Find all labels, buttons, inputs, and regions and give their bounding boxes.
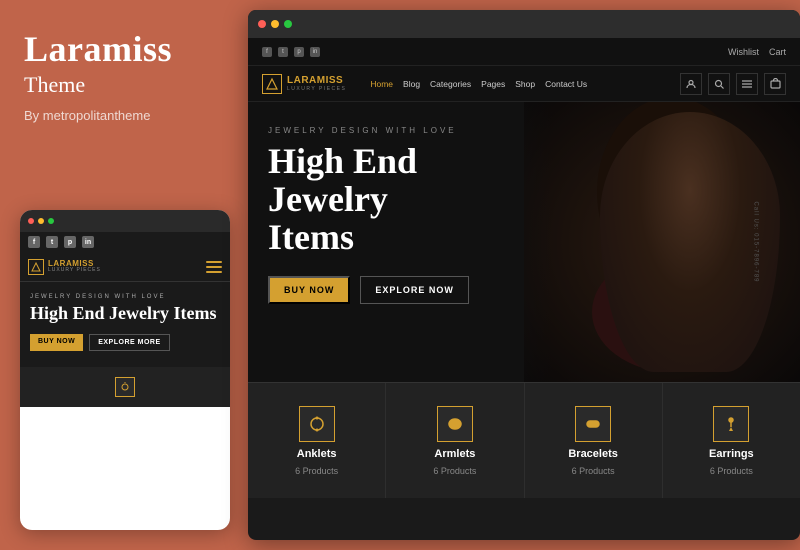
armlets-count: 6 Products [433, 466, 476, 476]
hero-eyebrow: JEWELRY DESIGN WITH LOVE [268, 126, 532, 135]
account-icon[interactable] [680, 73, 702, 95]
armlets-name: Armlets [434, 448, 475, 460]
hero-buttons: BUY NOW EXPLORE NOW [268, 276, 532, 304]
bracelets-count: 6 Products [572, 466, 615, 476]
desktop-browser-bar [248, 10, 800, 38]
bracelets-icon-box [575, 406, 611, 442]
left-panel: Laramiss Theme By metropolitantheme f t … [0, 0, 248, 550]
desktop-nav-links: Home Blog Categories Pages Shop Contact … [370, 79, 666, 89]
mobile-category-strip [20, 367, 230, 407]
nav-link-blog[interactable]: Blog [403, 79, 420, 89]
nav-link-home[interactable]: Home [370, 79, 393, 89]
desktop-twitter-icon[interactable]: t [278, 47, 288, 57]
twitter-icon: t [46, 236, 58, 248]
armlets-icon-box [437, 406, 473, 442]
brand-subtitle: Theme [24, 72, 224, 98]
hero-explore-button[interactable]: EXPLORE NOW [360, 276, 469, 304]
cart-icon[interactable] [764, 73, 786, 95]
mobile-mockup: f t p in LARAMISS LUXURY PIECES [20, 210, 230, 530]
mobile-top-bar [20, 210, 230, 232]
browser-dot-yellow [271, 20, 279, 28]
mobile-cat-icon-1 [115, 377, 135, 397]
anklets-icon-box [299, 406, 335, 442]
cart-link[interactable]: Cart [769, 47, 786, 57]
mobile-nav: LARAMISS LUXURY PIECES [20, 252, 230, 282]
mobile-hero-title: High End Jewelry Items [30, 304, 220, 324]
mobile-buy-now-button[interactable]: BUY NOW [30, 334, 83, 351]
nav-link-categories[interactable]: Categories [430, 79, 471, 89]
hero-image [524, 102, 800, 382]
brand-title: Laramiss [24, 30, 224, 70]
mobile-logo-icon [28, 259, 44, 275]
mobile-logo-text: LARAMISS LUXURY PIECES [48, 260, 101, 273]
category-armlets[interactable]: Armlets 6 Products [386, 383, 524, 498]
desktop-logo-text: LARAMISS LUXURY PIECES [287, 75, 346, 92]
anklets-name: Anklets [297, 448, 337, 460]
mobile-hamburger-icon[interactable] [206, 261, 222, 273]
hero-vertical-text: Call Us: 015-7896-789 [752, 201, 758, 282]
category-anklets[interactable]: Anklets 6 Products [248, 383, 386, 498]
categories-section: Anklets 6 Products Armlets 6 Products [248, 382, 800, 498]
earrings-icon-box [713, 406, 749, 442]
dot-red [28, 218, 34, 224]
desktop-nav-icons [680, 73, 786, 95]
desktop-hero: Facebook JEWELRY DESIGN WITH LOVE High E… [248, 102, 800, 382]
linkedin-icon: in [82, 236, 94, 248]
mobile-hero-eyebrow: JEWELRY DESIGN WITH LOVE [30, 294, 220, 300]
mobile-hero: JEWELRY DESIGN WITH LOVE High End Jewelr… [20, 282, 230, 367]
desktop-main-nav: LARAMISS LUXURY PIECES Home Blog Categor… [248, 66, 800, 102]
nav-link-shop[interactable]: Shop [515, 79, 535, 89]
desktop-pinterest-icon[interactable]: p [294, 47, 304, 57]
hero-title: High End Jewelry Items [268, 143, 532, 256]
hero-buy-now-button[interactable]: BUY NOW [268, 276, 350, 304]
bracelets-name: Bracelets [568, 448, 618, 460]
nav-link-contact[interactable]: Contact Us [545, 79, 587, 89]
desktop-linkedin-icon[interactable]: in [310, 47, 320, 57]
mobile-hero-buttons: BUY NOW EXPLORE MORE [30, 334, 220, 351]
wishlist-link[interactable]: Wishlist [728, 47, 759, 57]
utility-social-icons: f t p in [262, 47, 320, 57]
by-line: By metropolitantheme [24, 108, 224, 123]
desktop-facebook-icon[interactable]: f [262, 47, 272, 57]
category-earrings[interactable]: Earrings 6 Products [663, 383, 800, 498]
browser-dot-green [284, 20, 292, 28]
desktop-logo-icon [262, 74, 282, 94]
pinterest-icon: p [64, 236, 76, 248]
desktop-mockup: f t p in Wishlist Cart LARAMISS LUXURY P… [248, 10, 800, 540]
menu-icon[interactable] [736, 73, 758, 95]
earrings-count: 6 Products [710, 466, 753, 476]
utility-nav-right: Wishlist Cart [728, 47, 786, 57]
dot-yellow [38, 218, 44, 224]
desktop-logo: LARAMISS LUXURY PIECES [262, 74, 346, 94]
nav-link-pages[interactable]: Pages [481, 79, 505, 89]
facebook-icon: f [28, 236, 40, 248]
mobile-social-bar: f t p in [20, 232, 230, 252]
browser-dot-red [258, 20, 266, 28]
mobile-logo: LARAMISS LUXURY PIECES [28, 259, 101, 275]
category-bracelets[interactable]: Bracelets 6 Products [525, 383, 663, 498]
anklets-count: 6 Products [295, 466, 338, 476]
desktop-utility-bar: f t p in Wishlist Cart [248, 38, 800, 66]
search-icon[interactable] [708, 73, 730, 95]
dot-green [48, 218, 54, 224]
hero-left-content: JEWELRY DESIGN WITH LOVE High End Jewelr… [248, 102, 552, 382]
earrings-name: Earrings [709, 448, 754, 460]
mobile-explore-button[interactable]: EXPLORE MORE [89, 334, 169, 351]
